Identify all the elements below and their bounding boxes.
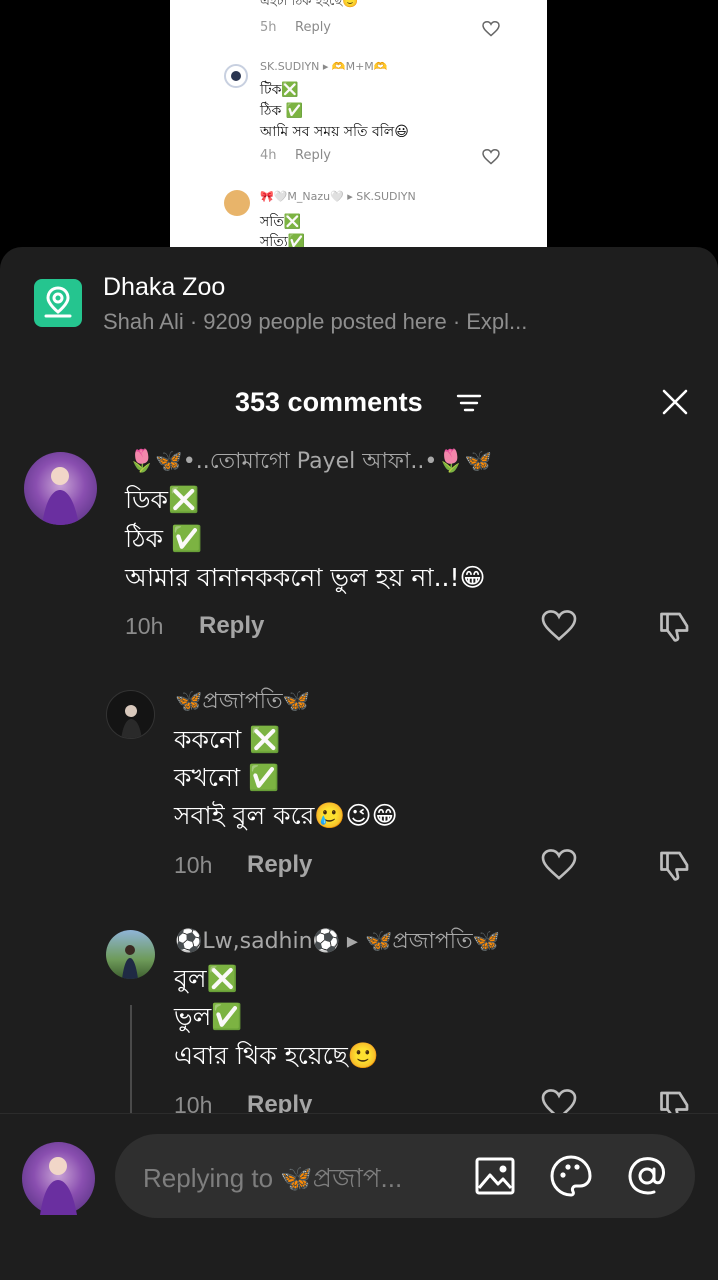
comment-line: ককনো ❎ [174, 725, 281, 754]
sort-icon[interactable] [456, 394, 482, 412]
comment-username[interactable]: 🌷🦋•..তোমাগো Payel আফা..•🌷🦋 [128, 444, 492, 481]
avatar[interactable] [106, 930, 155, 979]
preview-heart-icon [482, 21, 500, 37]
avatar[interactable] [106, 690, 155, 739]
preview-avatar [224, 64, 248, 88]
preview-c1-time: 4h [260, 148, 277, 163]
preview-heart-icon [482, 149, 500, 165]
heart-icon[interactable] [541, 849, 577, 881]
comment-line: সবাই বুল করে🥲😉😁 [174, 801, 398, 830]
image-icon[interactable] [473, 1154, 517, 1198]
dislike-icon[interactable] [657, 847, 693, 883]
location-pin-icon [34, 279, 82, 327]
preview-c2-user: 🎀🤍M_Nazu🤍 ▸ SK.SUDIYN [260, 190, 416, 203]
thread-line [130, 1005, 132, 1115]
dislike-icon[interactable] [657, 608, 693, 644]
comment-count: 353 comments [235, 387, 423, 417]
comment-input[interactable]: Replying to 🦋প্রজাপ... [115, 1134, 695, 1218]
preview-top-text: এইটা ঠিক হইছে🙂 [260, 0, 359, 9]
preview-c1-line: আমি সব সময় সতি বলি😃 [260, 124, 409, 140]
comment-line: ডিক❎ [125, 485, 200, 514]
reply-button[interactable]: Reply [247, 851, 312, 879]
comment-time: 10h [174, 852, 213, 878]
current-user-avatar [22, 1142, 95, 1215]
comment-username[interactable]: 🦋প্রজাপতি🦋 [175, 684, 310, 721]
video-preview: এইটা ঠিক হইছে🙂 5h Reply SK.SUDIYN ▸ 🫶M+M… [170, 0, 547, 247]
preview-top-time: 5h [260, 20, 277, 35]
comment-line: আমার বানানককনো ভুল হয় না..!😁 [125, 563, 486, 592]
preview-c2-line: সত্যি✅ [260, 234, 306, 247]
comment-line: ভুল✅ [174, 1002, 243, 1031]
sticker-icon[interactable] [549, 1154, 593, 1198]
comment-input-bar: Replying to 🦋প্রজাপ... [0, 1113, 718, 1280]
preview-c1-user: SK.SUDIYN ▸ 🫶M+M🫶 [260, 60, 388, 73]
close-icon[interactable] [660, 387, 690, 417]
avatar[interactable] [24, 452, 97, 525]
comment-username[interactable]: ⚽Lw,sadhin⚽ ▸ 🦋প্রজাপতি🦋 [175, 924, 500, 961]
reply-button[interactable]: Reply [199, 612, 264, 640]
comment-line: এবার থিক হয়েছে🙂 [174, 1041, 379, 1070]
location-subtitle: Shah Ali · 9209 people posted here · Exp… [103, 309, 528, 334]
comments-header: 353 comments [0, 377, 718, 427]
mention-icon[interactable] [625, 1154, 669, 1198]
preview-top-reply: Reply [295, 20, 332, 35]
location-banner[interactable]: Dhaka Zoo Shah Ali · 9209 people posted … [0, 247, 718, 357]
comment-line: ঠিক ✅ [125, 524, 203, 553]
comment-line: বুল❎ [174, 964, 238, 993]
location-title: Dhaka Zoo [103, 273, 226, 301]
preview-avatar [224, 190, 250, 216]
comment-line: কখনো ✅ [174, 763, 280, 792]
comment-time: 10h [125, 613, 164, 639]
preview-c1-reply: Reply [295, 148, 332, 163]
comment-input-placeholder: Replying to 🦋প্রজাপ... [143, 1163, 403, 1193]
heart-icon[interactable] [541, 610, 577, 642]
